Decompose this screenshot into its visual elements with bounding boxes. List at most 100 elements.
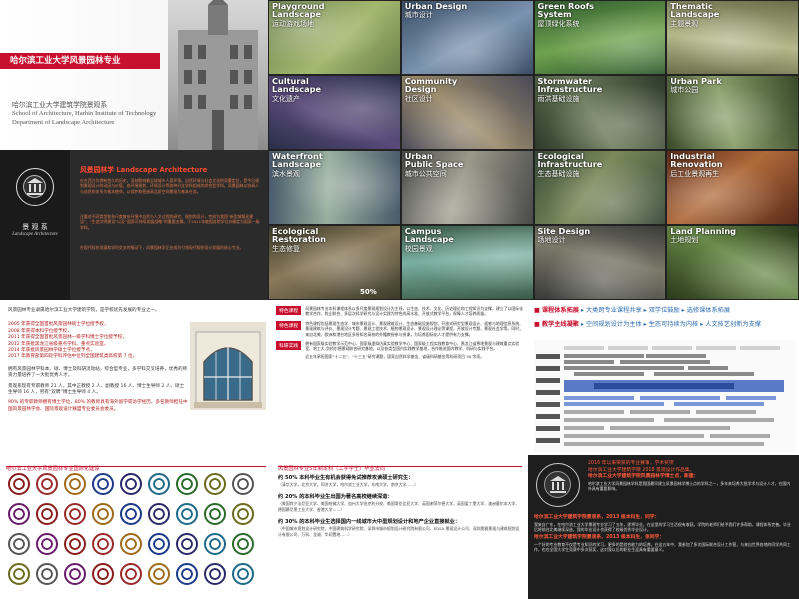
history-section: 风景园林专业隶属哈尔滨工业大学建筑学院，是学校优先发展的专业之一。 2005 年…: [0, 300, 272, 455]
cooperation-title: 哈尔滨工业大学风景园林专业国际化建设: [6, 466, 100, 472]
tile-title-zh: 土地规划: [670, 236, 699, 245]
university-logo-icon: [92, 533, 114, 555]
university-logo-icon: [204, 563, 226, 585]
achievements-text-3: 一个好的专业教育不仅是专业知识的学习，更多的是综合能力的培养。在这五年中，我参加…: [534, 541, 791, 553]
seal-building-icon: [27, 178, 43, 195]
seal-building-icon: [550, 476, 566, 493]
employment-title-bar: 风景园林专业5年制本科（工学学士）毕业去向: [278, 455, 522, 472]
header-panel: 哈尔滨工业大学风景园林专业 哈尔滨工业大学建筑学院景观系 School of A…: [0, 0, 268, 150]
achievements-text-1: 哈尔滨工业大学风景园林学科是我国最早建立风景园林学博士点的学科之一，多年来培养大…: [588, 480, 791, 491]
university-logo-icon: [8, 473, 30, 495]
university-logo-icon: [148, 533, 170, 555]
tile-title-en: Stormwater Infrastructure: [537, 76, 603, 95]
row1-bullet-icon: ▸: [681, 307, 685, 314]
cooperation-section: 哈尔滨工业大学风景园林专业国际化建设: [0, 455, 272, 599]
university-logo-icon: [92, 473, 114, 495]
project-tile: Thematic Landscape 主题景观: [667, 1, 798, 74]
research-label: 科研实践 拥有国家级实验教学示范中心、国家级虚拟仿真实验教学中心、国家级工程实践…: [276, 341, 524, 359]
dept-en-2: Department of Landscape Architecture: [12, 119, 115, 126]
window-photo: [190, 322, 266, 410]
tile-title-zh: 雨洪基础设施: [537, 94, 580, 103]
row2-bullet-icon: ▸: [700, 321, 704, 328]
subjects-section: 特色课程 风景园林专业本科课程体系以多尺度景观规划设计为主线，以生态、技术、文化…: [272, 300, 528, 455]
tile-title-en: Ecological Restoration: [272, 226, 327, 245]
emblem-caption: Landscape Architecture: [12, 232, 58, 237]
tile-title-en: Site Design: [537, 226, 591, 236]
university-logo-icon: [92, 503, 114, 525]
university-logo-icon: [232, 473, 254, 495]
tile-title-en: Thematic Landscape: [670, 1, 720, 20]
university-logo-icon: [120, 563, 142, 585]
title-bar: 哈尔滨工业大学风景园林专业: [0, 53, 160, 69]
feature-label: 特色课程 风景园林专业本科课程体系以多尺度景观规划设计为主线，以生态、技术、文化…: [276, 306, 524, 317]
university-logo-icon: [120, 473, 142, 495]
building-photo: [168, 0, 268, 150]
employment-p2: 约 20% 的本科毕业生出国为著名高校继续深造：: [278, 494, 393, 501]
employment-p2-detail: （美国宾夕法尼亚大学、美国哈佛大学、加州大学伯克利分校、美国哥伦比亚大学、英国谢…: [278, 501, 520, 512]
employment-p1: 约 50% 本科毕业生有机会获得免试推荐攻读硕士研究生：: [278, 475, 414, 481]
page-title: 哈尔滨工业大学风景园林专业: [10, 56, 121, 66]
tile-title-zh: 滨水景观: [272, 169, 300, 178]
tile-title-zh: 运动游戏场地: [272, 19, 314, 28]
intro-p3: 在现代科技发展和学科交叉的推动下，风景园林学正在成为引领现代规划设计发展的核心专…: [80, 245, 244, 250]
strip-label: 50%: [360, 288, 377, 296]
row2-item: 空间规划设计为主体: [586, 321, 642, 328]
university-logo-icon: [232, 503, 254, 525]
project-tile: Urban Design 城市设计: [401, 1, 533, 74]
project-tile: Urban Public Space 城市公共空间: [401, 151, 533, 224]
row1-item: 双学位鼓励: [648, 307, 680, 314]
row2-marker-icon: ■: [534, 321, 540, 328]
teaching-row-2: ■ 教学主线凝聚 ▸ 空间规划设计为主体 ▸ 生态可持续为内核 ▸ 人文技艺创新…: [534, 320, 795, 330]
achievements-seal: [536, 463, 580, 507]
dept-cn: 哈尔滨工业大学建筑学院景观系: [12, 101, 108, 109]
project-tile: Community Design 社区设计: [401, 76, 533, 149]
building-sketch: [178, 0, 258, 150]
cooperation-title-bar: 哈尔滨工业大学风景园林专业国际化建设: [6, 455, 266, 472]
tile-title-zh: 社区设计: [404, 94, 433, 103]
row1-head: 课程体系拓展: [541, 307, 579, 314]
research-title: 科研实践: [276, 341, 302, 351]
intro-p1: 在东西方均拥有悠久的历史，深刻影响着全球城乡人居环境。自然环境与社会文化的双重定…: [80, 178, 259, 194]
emblem-panel: 景 观 系 Landscape Architecture: [0, 150, 70, 300]
achievements-text-2: 我来自广东，在哈尔滨工业大学景观专业学习了五年，即将毕业。在这里的学习生活很有收…: [534, 521, 791, 532]
history-p4: 90% 的专职教师拥有博士学位，80% 的教师具有海外留学或访学经历，多名教师担…: [8, 400, 188, 412]
university-logo-icon: [64, 533, 86, 555]
project-tile: Campus Landscape 校园景观: [401, 226, 533, 299]
practice-title: 特色课程: [276, 320, 302, 330]
tile-title-zh: 主题景观: [670, 19, 699, 28]
row1-marker-icon: ■: [534, 307, 540, 314]
curriculum-diagram: [534, 340, 796, 452]
university-logo-icon: [36, 533, 58, 555]
tile-title-en: Industrial Renovation: [670, 151, 723, 170]
project-tile: Green Roofs System 屋顶绿化系统: [534, 1, 666, 74]
practice-text: 特色课程包括景观生态学、城市景观设计、景观建筑设计、生态基础设施规划、开放式研究…: [305, 320, 524, 337]
row1-item: 选修课体系拓展: [686, 307, 731, 314]
university-logo-icon: [64, 563, 86, 585]
project-tile: Ecological Infrastructure 生态基础设施: [534, 151, 666, 224]
project-tile: Stormwater Infrastructure 雨洪基础设施: [534, 76, 666, 149]
university-logo-icon: [204, 473, 226, 495]
row2-item: 人文技艺创新为支撑: [705, 321, 761, 328]
university-logo-icon: [120, 503, 142, 525]
project-tile: Waterfront Landscape 滨水景观: [269, 151, 400, 224]
employment-section: 风景园林专业5年制本科（工学学士）毕业去向 约 50% 本科毕业生有机会获得免试…: [272, 455, 528, 599]
university-logo-icon: [8, 533, 30, 555]
tile-title-zh: 生态基础设施: [537, 169, 580, 178]
tile-title-en: Ecological Infrastructure: [537, 151, 603, 170]
feature-text: 风景园林专业本科课程体系以多尺度景观规划设计为主线，以生态、技术、文化、历史理论…: [305, 306, 524, 317]
teaching-row-1: ■ 课程体系拓展 ▸ 大类跨专业课程共享 ▸ 双学位鼓励 ▸ 选修课体系拓展: [534, 306, 795, 316]
university-logo-icon: [176, 563, 198, 585]
tile-title-en: Campus Landscape: [404, 226, 454, 245]
university-logo-icon: [64, 503, 86, 525]
university-logo-icon: [36, 503, 58, 525]
tile-title-en: Urban Park: [670, 76, 722, 86]
university-seal: [16, 168, 54, 206]
history-p2: 拥有风景园林学科本、硕、博士及科研流动站，综合型专业，多学科交叉培养，优秀的师资…: [8, 366, 188, 379]
window-illustration: [194, 331, 262, 408]
project-tile: Ecological Restoration 生态修复: [269, 226, 400, 299]
photo-grid: Playground Landscape 运动游戏场地 Urban Design 城市…: [268, 0, 799, 300]
university-logo-icon: [232, 533, 254, 555]
tile-title-en: Land Planning: [670, 226, 737, 236]
university-logo-icon: [232, 563, 254, 585]
achievements-section: 2016 年以来荣获的专业赛事，学术奖项 哈尔滨工业大学建筑学院 2018 景观…: [528, 455, 799, 599]
